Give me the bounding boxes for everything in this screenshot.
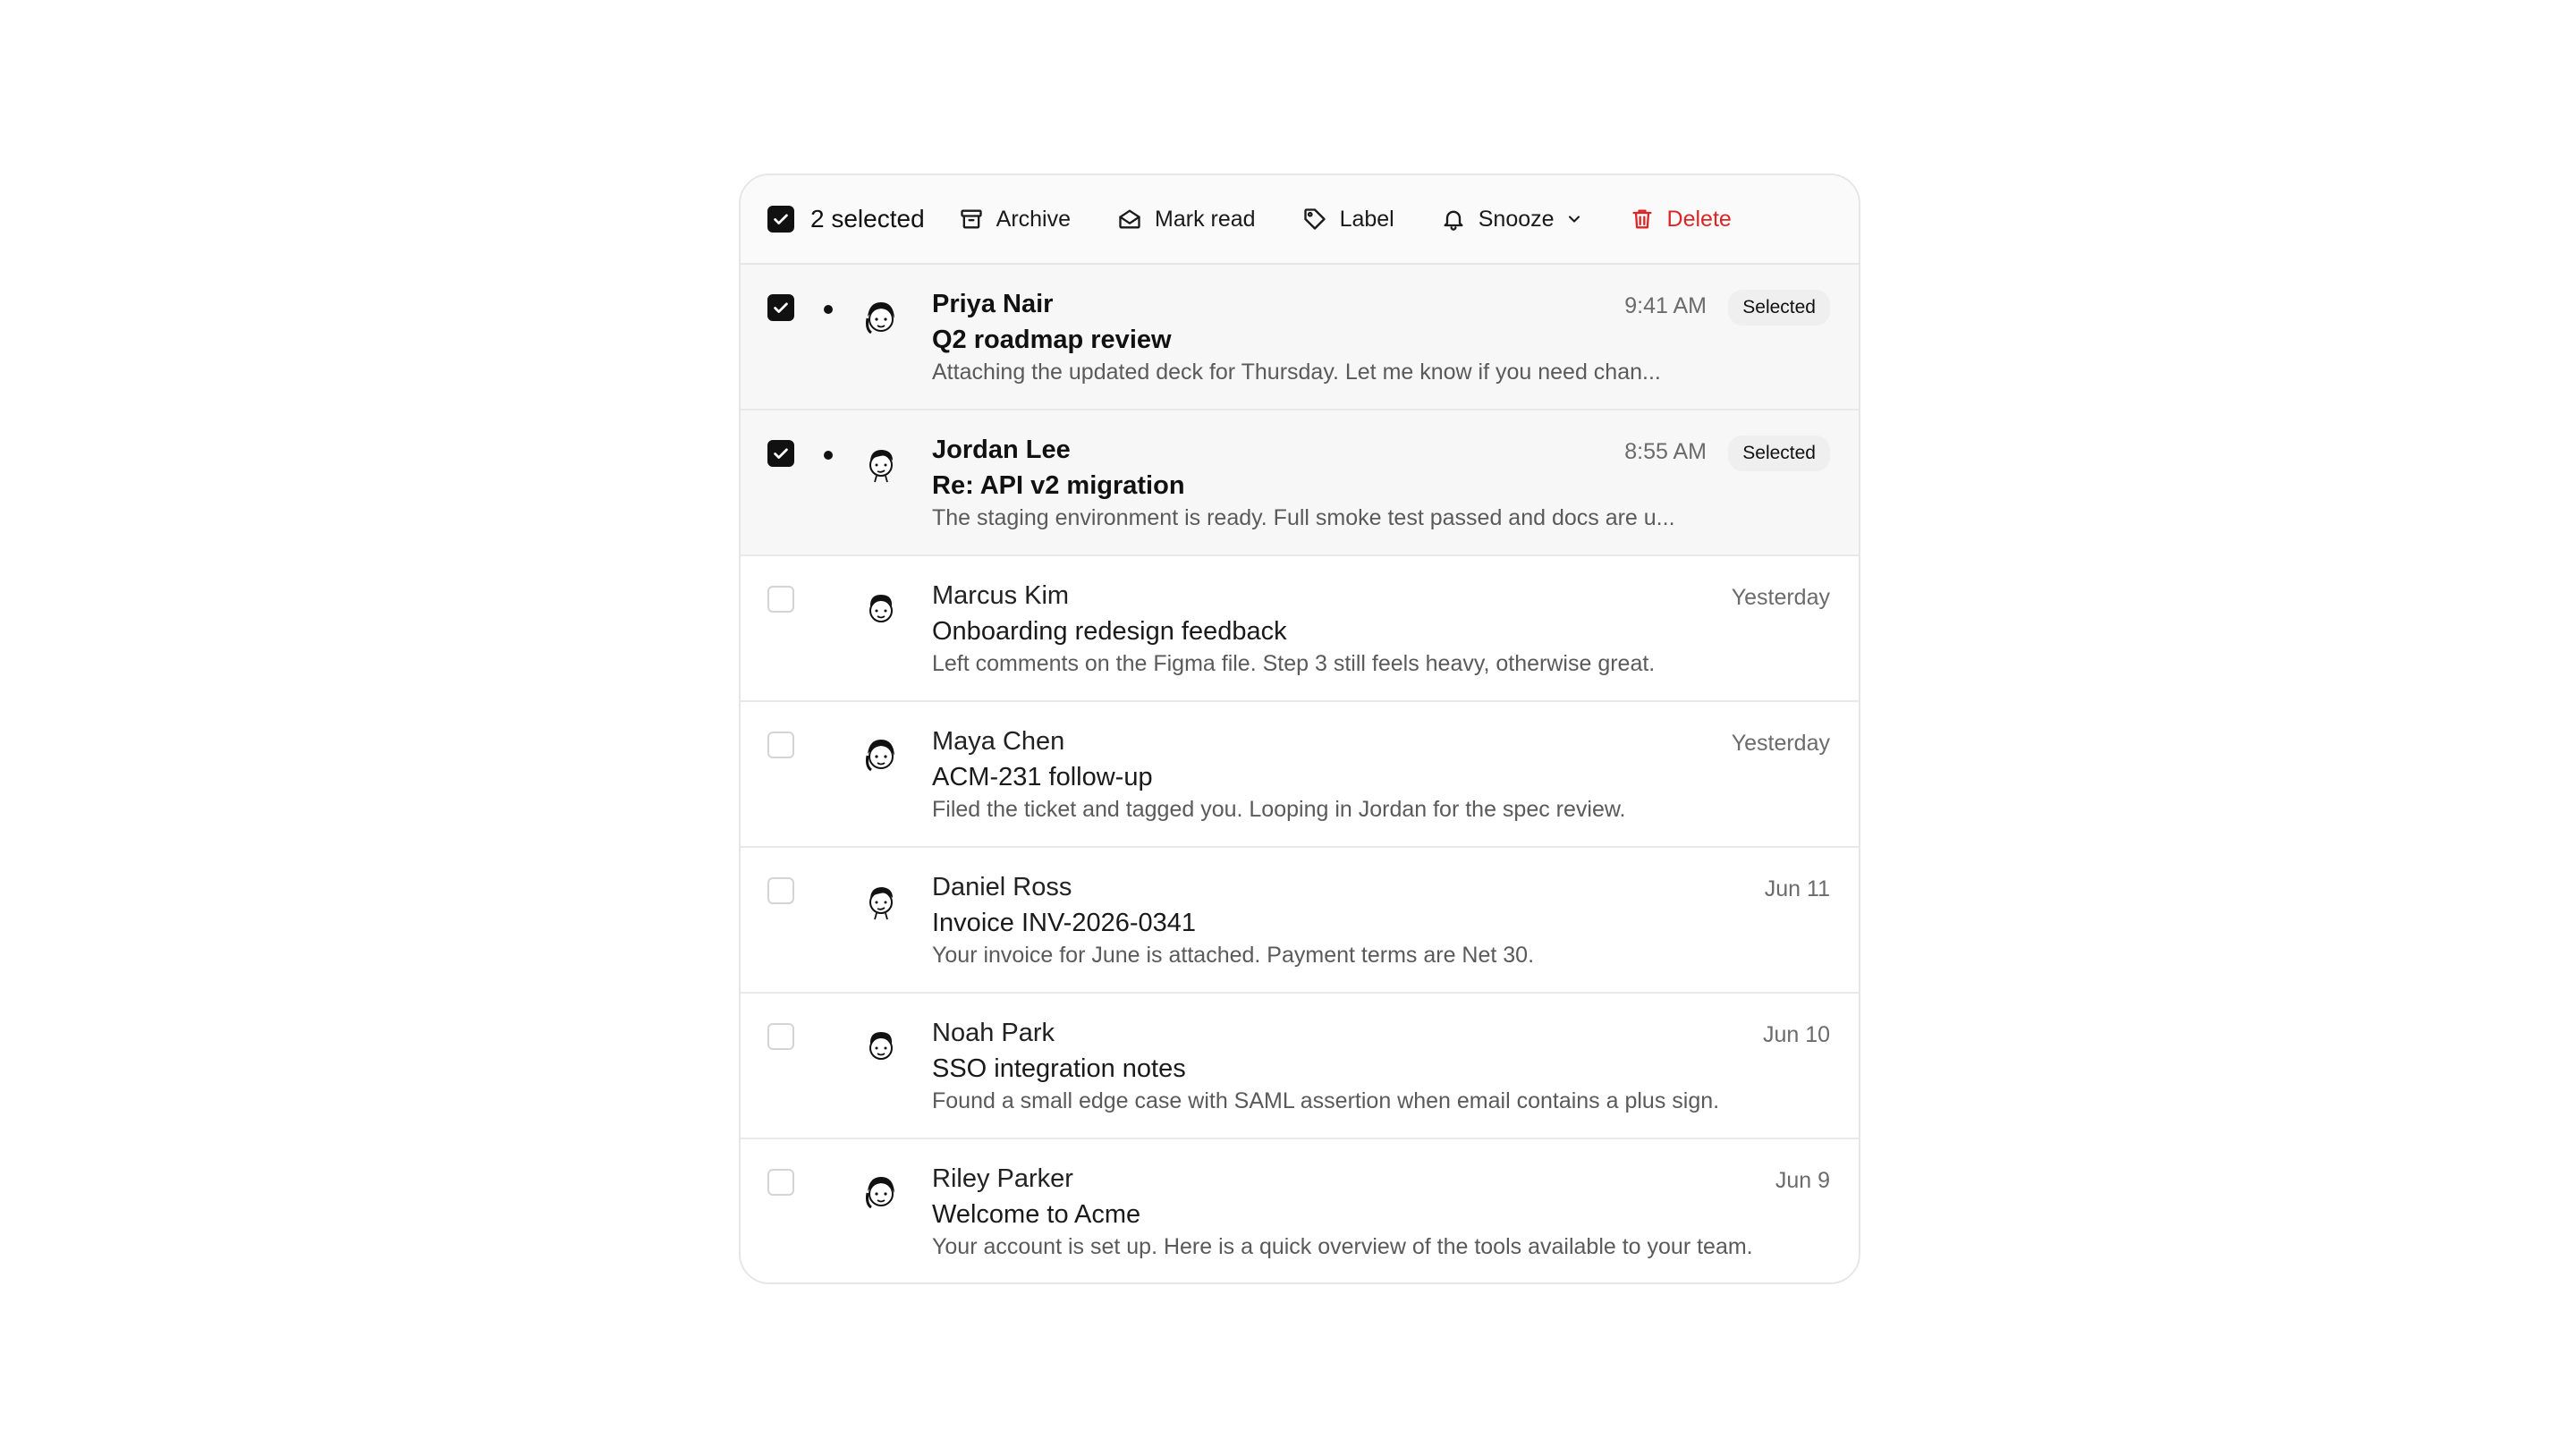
archive-button[interactable]: Archive — [959, 207, 1071, 233]
chevron-down-icon — [1568, 216, 1580, 223]
envelope-open-icon — [1119, 209, 1140, 229]
select-all-checkbox[interactable] — [767, 206, 794, 233]
avatar — [866, 1177, 894, 1209]
selected-badge: Selected — [1728, 290, 1830, 326]
delete-button[interactable]: Delete — [1630, 207, 1732, 233]
subject-line: Invoice INV-2026-0341 — [932, 909, 1197, 937]
timestamp: Jun 11 — [1764, 876, 1830, 901]
message-row[interactable]: Riley Parker Welcome to Acme Your account … — [741, 1139, 1859, 1282]
label-button[interactable]: Label — [1302, 207, 1394, 233]
subject-line: Welcome to Acme — [932, 1200, 1141, 1229]
message-row[interactable]: Daniel Ross Invoice INV-2026-0341 Your inv… — [741, 848, 1859, 994]
sender-name: Marcus Kim — [932, 581, 1070, 610]
sender-name: Maya Chen — [932, 727, 1065, 756]
subject-line: ACM-231 follow-up — [932, 763, 1153, 791]
snooze-dropdown[interactable]: Snooze — [1441, 207, 1583, 233]
avatar — [869, 595, 893, 622]
row-checkbox[interactable] — [767, 440, 794, 467]
archive-label: Archive — [996, 206, 1072, 232]
avatar — [866, 740, 894, 772]
trash-icon — [1632, 209, 1652, 229]
check-icon — [774, 448, 788, 459]
message-row[interactable]: Marcus Kim Onboarding redesign feedback Le… — [741, 556, 1859, 702]
timestamp: Jun 9 — [1775, 1168, 1830, 1193]
subject-line: Re: API v2 migration — [932, 471, 1185, 500]
timestamp: Yesterday — [1731, 731, 1830, 756]
timestamp: 9:41 AM — [1624, 293, 1707, 318]
message-row[interactable]: Noah Park SSO integration notes Found a sm… — [741, 994, 1859, 1139]
unread-indicator — [824, 451, 833, 460]
row-checkbox[interactable] — [767, 586, 794, 613]
message-preview: Left comments on the Figma file. Step 3 … — [932, 651, 1656, 676]
avatar — [869, 1032, 893, 1060]
avatar — [869, 450, 893, 483]
message-row[interactable]: Priya Nair Q2 roadmap review Attaching the… — [741, 265, 1859, 410]
unread-indicator — [824, 305, 833, 314]
subject-line: Q2 roadmap review — [932, 326, 1172, 354]
row-checkbox[interactable] — [767, 1023, 794, 1050]
selected-badge: Selected — [1728, 436, 1830, 471]
bell-icon — [1444, 210, 1463, 231]
message-preview: Filed the ticket and tagged you. Looping… — [932, 797, 1626, 822]
message-preview: Your account is set up. Here is a quick … — [932, 1234, 1753, 1259]
timestamp: 8:55 AM — [1624, 439, 1707, 464]
sender-name: Jordan Lee — [932, 436, 1071, 464]
timestamp: Yesterday — [1731, 585, 1830, 610]
archive-icon — [960, 209, 982, 229]
sender-name: Noah Park — [932, 1019, 1055, 1047]
selected-count: 2 selected — [810, 205, 925, 233]
label-label: Label — [1339, 206, 1394, 232]
avatar — [866, 302, 894, 334]
sender-name: Daniel Ross — [932, 873, 1072, 901]
inbox-panel: 2 selected Archive Mark read Label Snooz… — [739, 173, 1860, 1284]
message-preview: The staging environment is ready. Full s… — [932, 505, 1675, 530]
message-row[interactable]: Maya Chen ACM-231 follow-up Filed the tick… — [741, 702, 1859, 848]
message-preview: Found a small edge case with SAML assert… — [932, 1088, 1720, 1113]
avatar — [869, 887, 893, 920]
check-icon — [774, 302, 788, 313]
mark-read-button[interactable]: Mark read — [1117, 207, 1256, 233]
snooze-label: Snooze — [1478, 206, 1555, 232]
sender-name: Riley Parker — [932, 1164, 1073, 1193]
row-checkbox[interactable] — [767, 877, 794, 904]
delete-label: Delete — [1666, 206, 1732, 232]
sender-name: Priya Nair — [932, 290, 1054, 318]
subject-line: Onboarding redesign feedback — [932, 617, 1287, 646]
tag-icon — [1303, 208, 1326, 230]
mark-read-label: Mark read — [1155, 206, 1256, 232]
message-preview: Attaching the updated deck for Thursday.… — [932, 360, 1661, 385]
row-checkbox[interactable] — [767, 1169, 794, 1196]
message-list: Priya Nair Q2 roadmap review Attaching the… — [741, 265, 1859, 1282]
bulk-action-toolbar: 2 selected Archive Mark read Label Snooz… — [741, 175, 1859, 265]
check-icon — [774, 214, 788, 224]
row-checkbox[interactable] — [767, 732, 794, 758]
message-preview: Your invoice for June is attached. Payme… — [932, 943, 1535, 968]
timestamp: Jun 10 — [1762, 1022, 1830, 1047]
row-checkbox[interactable] — [767, 294, 794, 321]
subject-line: SSO integration notes — [932, 1054, 1186, 1083]
message-row[interactable]: Jordan Lee Re: API v2 migration The stagin… — [741, 410, 1859, 556]
